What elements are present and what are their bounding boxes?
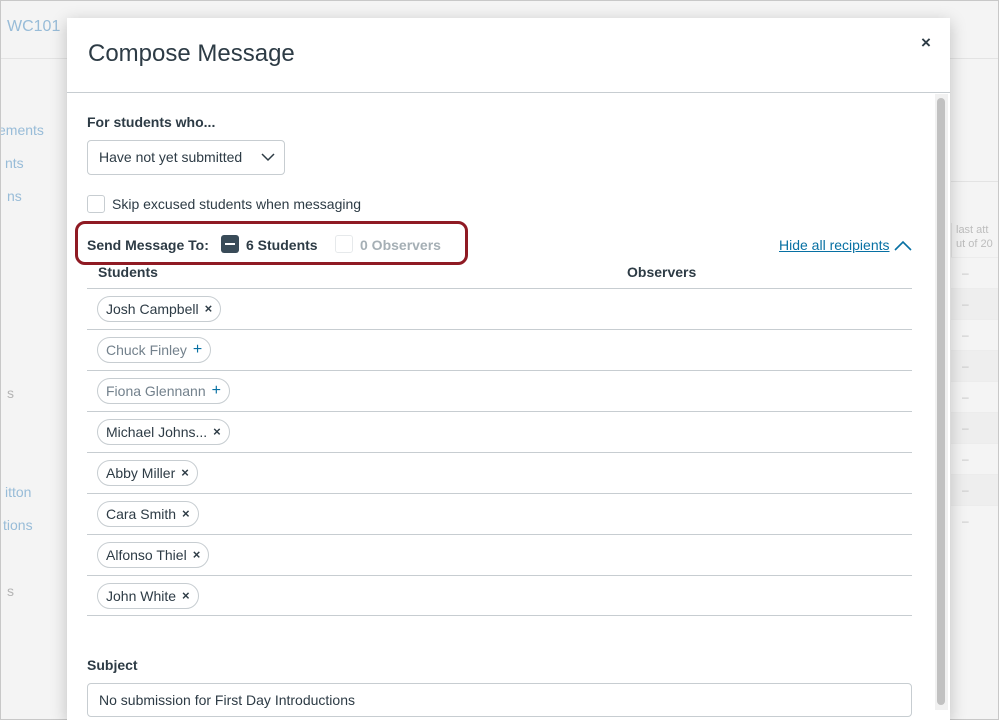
grade-cell: – bbox=[951, 443, 998, 474]
recipient-pill-included[interactable]: John White × bbox=[97, 583, 199, 609]
modal-header: Compose Message × bbox=[67, 18, 950, 93]
criteria-label: For students who... bbox=[87, 114, 216, 130]
modal-title: Compose Message bbox=[88, 40, 295, 67]
add-icon[interactable]: + bbox=[212, 383, 221, 399]
grade-cell: – bbox=[951, 319, 998, 350]
recipient-name: Alfonso Thiel bbox=[106, 547, 187, 563]
grid-header-line bbox=[951, 181, 998, 182]
students-column-header: Students bbox=[98, 264, 158, 280]
students-checkbox[interactable] bbox=[221, 235, 239, 253]
recipient-name: Cara Smith bbox=[106, 506, 177, 522]
nav-item-assignments: nts bbox=[5, 155, 24, 171]
remove-icon[interactable]: × bbox=[182, 589, 190, 603]
grade-cell: – bbox=[951, 350, 998, 381]
add-icon[interactable]: + bbox=[193, 342, 202, 358]
recipient-pill-included[interactable]: Josh Campbell × bbox=[97, 296, 222, 322]
remove-icon[interactable]: × bbox=[182, 507, 190, 521]
recipient-pill-included[interactable]: Abby Miller × bbox=[97, 460, 198, 486]
remove-icon[interactable]: × bbox=[193, 548, 201, 562]
scrollbar-thumb[interactable] bbox=[937, 98, 945, 705]
grade-cell: – bbox=[951, 412, 998, 443]
recipient-row: Michael Johns... × bbox=[87, 411, 912, 452]
grade-cell: – bbox=[951, 288, 998, 319]
close-icon[interactable]: × bbox=[913, 30, 939, 56]
grade-cell: – bbox=[951, 381, 998, 412]
skip-excused-label[interactable]: Skip excused students when messaging bbox=[112, 196, 361, 212]
recipient-name: Michael Johns... bbox=[106, 424, 208, 440]
chevron-up-icon[interactable] bbox=[894, 239, 912, 251]
recipient-pill-excluded[interactable]: Chuck Finley + bbox=[97, 337, 212, 363]
recipient-row: Cara Smith × bbox=[87, 493, 912, 534]
remove-icon[interactable]: × bbox=[181, 466, 189, 480]
grade-cell: – bbox=[951, 505, 998, 536]
recipient-row: Abby Miller × bbox=[87, 452, 912, 493]
observers-count-label[interactable]: 0 Observers bbox=[360, 237, 441, 253]
recipient-pill-included[interactable]: Michael Johns... × bbox=[97, 419, 230, 445]
recipient-row: Alfonso Thiel × bbox=[87, 534, 912, 575]
recipient-row: Fiona Glennann + bbox=[87, 370, 912, 411]
skip-excused-checkbox[interactable] bbox=[87, 195, 105, 213]
nav-item-discussions: ns bbox=[7, 188, 22, 204]
compose-message-modal: Compose Message × For students who... Ha… bbox=[67, 18, 950, 720]
recipient-name: Chuck Finley bbox=[106, 342, 187, 358]
chevron-down-icon bbox=[261, 153, 275, 162]
recipient-name: Josh Campbell bbox=[106, 301, 199, 317]
criteria-select[interactable]: Have not yet submitted bbox=[87, 140, 285, 175]
recipient-pill-excluded[interactable]: Fiona Glennann + bbox=[97, 378, 230, 404]
grade-cell: – bbox=[951, 474, 998, 505]
students-count-label[interactable]: 6 Students bbox=[246, 237, 318, 253]
recipient-name: Fiona Glennann bbox=[106, 383, 206, 399]
nav-item-people: s bbox=[7, 385, 14, 401]
recipient-row: John White × bbox=[87, 575, 912, 616]
observers-column-header: Observers bbox=[627, 264, 697, 280]
course-code: WC101 bbox=[7, 18, 61, 35]
send-to-label: Send Message To: bbox=[87, 237, 209, 253]
hide-all-recipients-link[interactable]: Hide all recipients bbox=[779, 237, 890, 253]
remove-icon[interactable]: × bbox=[213, 425, 221, 439]
scrollbar[interactable] bbox=[935, 94, 948, 710]
nav-item-announcements: ements bbox=[0, 122, 44, 138]
recipient-row: Chuck Finley + bbox=[87, 329, 912, 370]
nav-item-collaborations: tions bbox=[3, 517, 33, 533]
remove-icon[interactable]: × bbox=[205, 302, 213, 316]
grade-cell: – bbox=[951, 257, 998, 288]
grade-column-header: last att ut of 20 bbox=[951, 223, 998, 257]
criteria-select-value: Have not yet submitted bbox=[99, 149, 243, 165]
recipient-pill-included[interactable]: Alfonso Thiel × bbox=[97, 542, 210, 568]
recipient-row: Josh Campbell × bbox=[87, 288, 912, 329]
observers-checkbox[interactable] bbox=[335, 235, 353, 253]
recipient-name: John White bbox=[106, 588, 177, 604]
subject-label: Subject bbox=[87, 657, 138, 673]
recipient-pill-included[interactable]: Cara Smith × bbox=[97, 501, 199, 527]
modal-body: For students who... Have not yet submitt… bbox=[67, 94, 950, 720]
recipient-name: Abby Miller bbox=[106, 465, 176, 481]
subject-input[interactable] bbox=[87, 683, 912, 717]
nav-item-button: itton bbox=[5, 484, 32, 500]
nav-item-settings: s bbox=[7, 583, 14, 599]
